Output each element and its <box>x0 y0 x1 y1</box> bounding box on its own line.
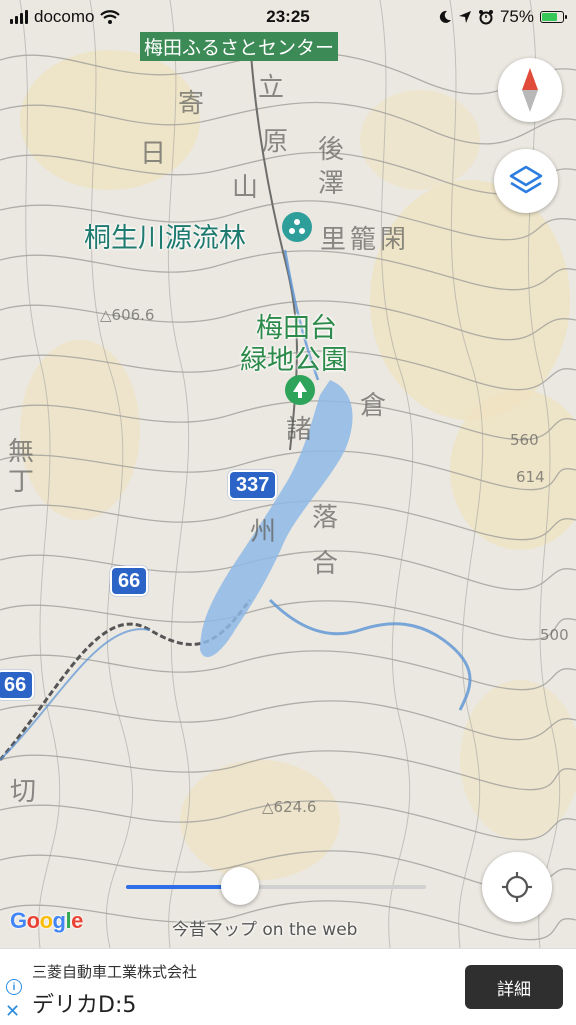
battery-icon <box>540 11 567 23</box>
svg-text:日: 日 <box>140 139 166 169</box>
svg-text:立: 立 <box>258 73 284 103</box>
svg-text:澤: 澤 <box>318 169 344 199</box>
ad-close-icon[interactable]: ✕ <box>5 1001 20 1022</box>
alarm-icon <box>478 10 493 25</box>
era-slider-track[interactable] <box>126 867 426 905</box>
map-attribution[interactable]: 今昔マップ on the web <box>172 915 357 940</box>
road-shield-route-66: 66 <box>110 566 149 596</box>
place-label-kiryugawa-forest[interactable]: 桐生川源流林 <box>84 216 246 255</box>
current-location-button[interactable] <box>482 852 552 922</box>
svg-text:560: 560 <box>510 431 539 449</box>
ad-banner[interactable]: i ✕ 三菱自動車工業株式会社 デリカD:5 詳細 <box>0 948 576 1025</box>
svg-text:切: 切 <box>10 777 36 807</box>
layers-button[interactable] <box>494 149 558 213</box>
svg-text:△624.6: △624.6 <box>262 798 316 816</box>
svg-text:山: 山 <box>232 173 258 203</box>
ad-info-icon[interactable]: i <box>6 979 22 995</box>
svg-text:合: 合 <box>312 549 338 579</box>
location-arrow-icon <box>458 11 471 23</box>
svg-text:500: 500 <box>540 626 569 644</box>
tree-icon <box>293 381 307 398</box>
svg-text:原: 原 <box>262 127 288 157</box>
ad-details-button[interactable]: 詳細 <box>465 965 563 1009</box>
road-shield-route-337: 337 <box>228 470 278 500</box>
compass-icon <box>522 68 538 112</box>
svg-text:諸: 諸 <box>286 415 312 445</box>
ad-headline: デリカD:5 <box>32 993 137 1018</box>
forest-poi-pin[interactable] <box>282 212 312 242</box>
svg-text:倉: 倉 <box>360 391 386 421</box>
svg-text:里: 里 <box>320 225 346 255</box>
battery-fill <box>542 13 557 21</box>
crosshair-icon <box>502 872 532 902</box>
battery-percent: 75% <box>499 7 534 26</box>
svg-text:閑: 閑 <box>380 225 406 255</box>
compass-button[interactable] <box>498 58 562 122</box>
park-poi-pin[interactable] <box>285 375 315 405</box>
svg-text:丁: 丁 <box>8 467 34 497</box>
svg-text:△606.6: △606.6 <box>100 306 154 324</box>
place-label-umeda-furusato-center[interactable]: 梅田ふるさとセンター <box>140 32 339 61</box>
status-bar: docomo 23:25 75% <box>0 0 576 34</box>
svg-text:後: 後 <box>318 135 344 165</box>
era-slider-thumb[interactable] <box>221 867 259 905</box>
svg-text:州: 州 <box>250 517 276 547</box>
svg-text:無: 無 <box>8 437 34 467</box>
map-view[interactable]: 立 原 後 澤 寄 日 山 里 籠 閑 倉 諸 落 合 州 無 丁 切 △606… <box>0 0 576 948</box>
moon-icon <box>439 10 451 23</box>
google-logo: Google <box>10 908 83 933</box>
layers-icon <box>509 165 543 194</box>
place-label-park-line2[interactable]: 緑地公園 <box>240 338 348 377</box>
svg-text:落: 落 <box>312 503 338 533</box>
svg-text:籠: 籠 <box>350 225 376 255</box>
contour-map-background: 立 原 後 澤 寄 日 山 里 籠 閑 倉 諸 落 合 州 無 丁 切 △606… <box>0 0 576 948</box>
svg-text:寄: 寄 <box>178 89 204 119</box>
svg-text:614: 614 <box>516 468 545 486</box>
road-shield-route-66-edge: 66 <box>0 670 35 700</box>
info-dots-icon <box>289 219 305 234</box>
ad-advertiser: 三菱自動車工業株式会社 <box>32 963 198 981</box>
